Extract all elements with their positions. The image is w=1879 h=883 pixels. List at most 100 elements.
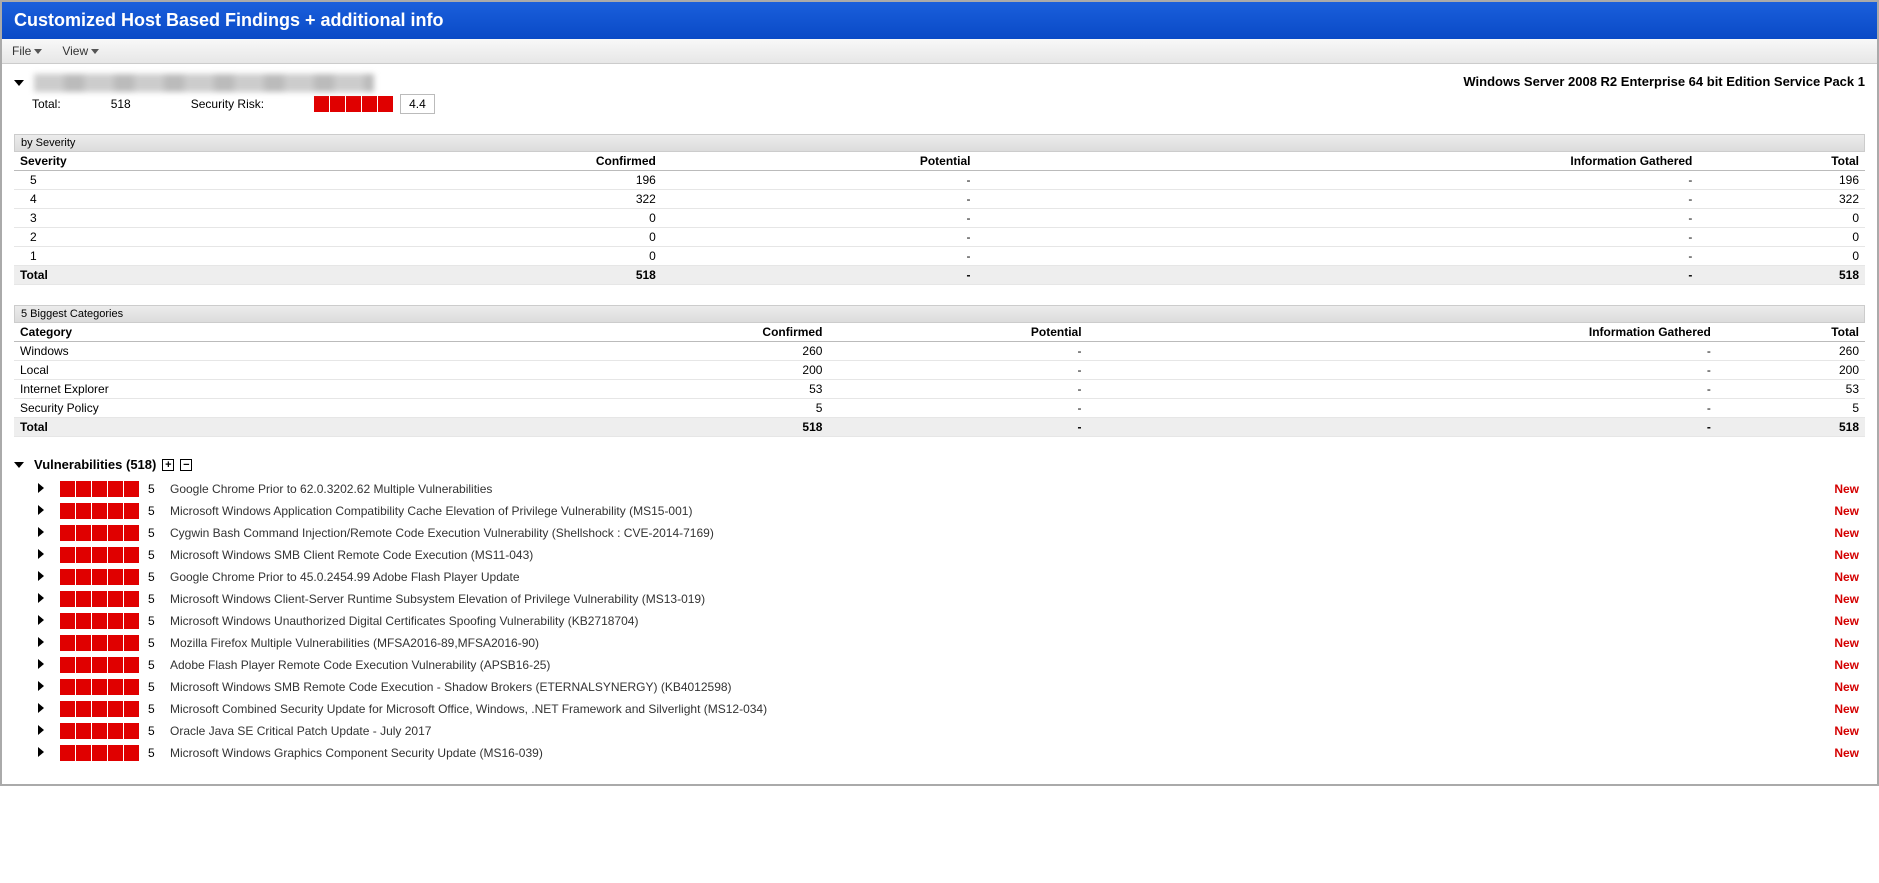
collapse-all-icon[interactable]: − — [180, 459, 192, 471]
vuln-title[interactable]: Google Chrome Prior to 62.0.3202.62 Mult… — [170, 482, 1807, 496]
cell-confirmed: 53 — [384, 380, 828, 399]
severity-bar — [60, 591, 140, 607]
col-total: Total — [1698, 152, 1865, 171]
severity-level: 5 — [148, 614, 162, 628]
table-row: 5196--196 — [14, 171, 1865, 190]
cell-info: - — [977, 171, 1699, 190]
expand-row-icon[interactable] — [38, 746, 52, 760]
cell-total: 518 — [1698, 266, 1865, 285]
table-row: 20--0 — [14, 228, 1865, 247]
expand-row-icon[interactable] — [38, 680, 52, 694]
vuln-section-header[interactable]: Vulnerabilities (518) + − — [14, 457, 1865, 472]
cell-info: - — [977, 228, 1699, 247]
vuln-title[interactable]: Google Chrome Prior to 45.0.2454.99 Adob… — [170, 570, 1807, 584]
collapse-host-icon[interactable] — [14, 80, 24, 86]
cell-confirmed: 5 — [384, 399, 828, 418]
severity-bar — [60, 657, 140, 673]
cell-confirmed: 200 — [384, 361, 828, 380]
cell-info: - — [977, 266, 1699, 285]
col-info: Information Gathered — [1088, 323, 1717, 342]
risk-value: 4.4 — [400, 94, 435, 114]
total-value: 518 — [111, 97, 131, 111]
cell-category: Local — [14, 361, 384, 380]
cell-confirmed: 0 — [125, 228, 662, 247]
expand-row-icon[interactable] — [38, 592, 52, 606]
severity-table: Severity Confirmed Potential Information… — [14, 152, 1865, 285]
expand-row-icon[interactable] — [38, 702, 52, 716]
cell-potential: - — [828, 418, 1087, 437]
cell-potential: - — [662, 228, 977, 247]
host-identifier-redacted — [34, 74, 374, 92]
vuln-title[interactable]: Oracle Java SE Critical Patch Update - J… — [170, 724, 1807, 738]
vuln-title[interactable]: Microsoft Windows Graphics Component Sec… — [170, 746, 1807, 760]
risk-label: Security Risk: — [191, 97, 264, 111]
vuln-title[interactable]: Microsoft Windows Client-Server Runtime … — [170, 592, 1807, 606]
status-badge: New — [1815, 482, 1865, 496]
expand-row-icon[interactable] — [38, 636, 52, 650]
expand-row-icon[interactable] — [38, 658, 52, 672]
vuln-title[interactable]: Microsoft Windows SMB Client Remote Code… — [170, 548, 1807, 562]
menu-view[interactable]: View — [62, 44, 99, 58]
vuln-row: 5Microsoft Windows Graphics Component Se… — [14, 742, 1865, 764]
cell-confirmed: 0 — [125, 209, 662, 228]
cell-potential: - — [662, 247, 977, 266]
collapse-vuln-icon[interactable] — [14, 462, 24, 468]
vuln-row: 5Microsoft Windows SMB Remote Code Execu… — [14, 676, 1865, 698]
cell-confirmed: 518 — [125, 266, 662, 285]
severity-level: 5 — [148, 702, 162, 716]
categories-table: Category Confirmed Potential Information… — [14, 323, 1865, 437]
col-potential: Potential — [828, 323, 1087, 342]
vuln-row: 5 Microsoft Combined Security Update for … — [14, 698, 1865, 720]
expand-all-icon[interactable]: + — [162, 459, 174, 471]
vuln-title[interactable]: Adobe Flash Player Remote Code Execution… — [170, 658, 1807, 672]
cell-total: 260 — [1717, 342, 1865, 361]
vuln-title[interactable]: Mozilla Firefox Multiple Vulnerabilities… — [170, 636, 1807, 650]
expand-row-icon[interactable] — [38, 526, 52, 540]
severity-bar — [60, 701, 140, 717]
vuln-row: 5 Google Chrome Prior to 45.0.2454.99 Ado… — [14, 566, 1865, 588]
vuln-row: 5Microsoft Windows Client-Server Runtime… — [14, 588, 1865, 610]
cell-confirmed: 260 — [384, 342, 828, 361]
status-badge: New — [1815, 746, 1865, 760]
severity-bar — [60, 723, 140, 739]
cell-total: 322 — [1698, 190, 1865, 209]
table-row: 30--0 — [14, 209, 1865, 228]
severity-level: 5 — [148, 526, 162, 540]
cell-severity: 2 — [14, 228, 125, 247]
severity-bar — [60, 613, 140, 629]
vuln-title[interactable]: Microsoft Windows Application Compatibil… — [170, 504, 1807, 518]
severity-level: 5 — [148, 482, 162, 496]
cell-info: - — [1088, 380, 1717, 399]
cell-category: Windows — [14, 342, 384, 361]
chevron-down-icon — [91, 49, 99, 54]
cell-total: 0 — [1698, 209, 1865, 228]
table-row: 10--0 — [14, 247, 1865, 266]
expand-row-icon[interactable] — [38, 482, 52, 496]
severity-level: 5 — [148, 570, 162, 584]
cell-potential: - — [828, 361, 1087, 380]
menu-file[interactable]: File — [12, 44, 42, 58]
vuln-title[interactable]: Microsoft Windows SMB Remote Code Execut… — [170, 680, 1807, 694]
severity-level: 5 — [148, 636, 162, 650]
page-title: Customized Host Based Findings + additio… — [14, 10, 444, 30]
cell-total: 196 — [1698, 171, 1865, 190]
page-banner: Customized Host Based Findings + additio… — [2, 2, 1877, 39]
status-badge: New — [1815, 658, 1865, 672]
cell-severity: Total — [14, 266, 125, 285]
expand-row-icon[interactable] — [38, 504, 52, 518]
vuln-row: 5Adobe Flash Player Remote Code Executio… — [14, 654, 1865, 676]
table-row: Local200--200 — [14, 361, 1865, 380]
vuln-title[interactable]: Microsoft Windows Unauthorized Digital C… — [170, 614, 1807, 628]
expand-row-icon[interactable] — [38, 614, 52, 628]
vuln-title[interactable]: Cygwin Bash Command Injection/Remote Cod… — [170, 526, 1807, 540]
cell-info: - — [1088, 399, 1717, 418]
vuln-row: 5 Cygwin Bash Command Injection/Remote Co… — [14, 522, 1865, 544]
host-summary: Total: 518 Security Risk: 4.4 — [14, 94, 1865, 114]
status-badge: New — [1815, 526, 1865, 540]
vuln-title[interactable]: Microsoft Combined Security Update for M… — [170, 702, 1807, 716]
expand-row-icon[interactable] — [38, 548, 52, 562]
expand-row-icon[interactable] — [38, 724, 52, 738]
col-info: Information Gathered — [977, 152, 1699, 171]
table-row-total: Total518--518 — [14, 418, 1865, 437]
expand-row-icon[interactable] — [38, 570, 52, 584]
